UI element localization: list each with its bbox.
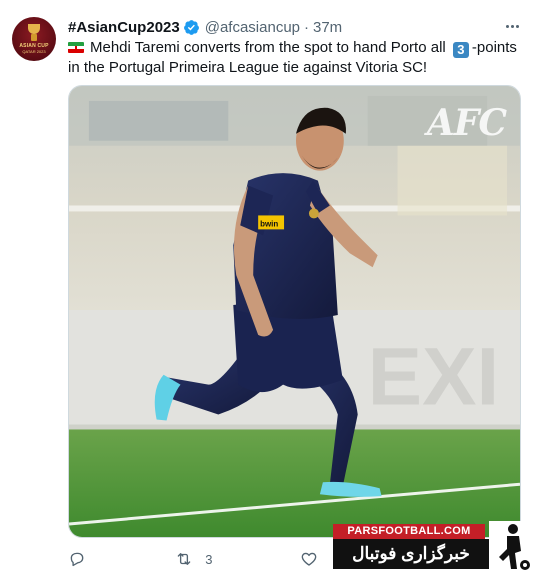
shirt-sponsor: bwin	[260, 219, 278, 228]
tweet-text: Mehdi Taremi converts from the spot to h…	[68, 38, 528, 77]
tweet-card[interactable]: ASIAN CUP QATAR 2023 #AsianCup2023 @afca…	[0, 0, 538, 576]
tweet-actions: 3	[68, 548, 338, 570]
trophy-icon	[27, 24, 41, 42]
watermark-persian: خبرگزاری فوتبال ایران	[333, 539, 489, 576]
verified-badge-icon	[183, 19, 199, 35]
like-icon	[301, 552, 317, 566]
profile-avatar[interactable]: ASIAN CUP QATAR 2023	[12, 17, 56, 61]
keycap-number: 3	[452, 42, 469, 58]
footballer-logo-icon	[489, 521, 535, 573]
retweet-icon	[177, 553, 191, 565]
board-text: EXI	[368, 332, 500, 423]
football-photo: EXI bwin	[69, 86, 520, 537]
parsfootball-watermark: PARSFOOTBALL.COM خبرگزاری فوتبال ایران	[333, 521, 535, 576]
avatar-sublabel: QATAR 2023	[22, 49, 46, 54]
display-name[interactable]: #AsianCup2023	[68, 19, 180, 36]
watermark-site: PARSFOOTBALL.COM	[333, 524, 485, 539]
tweet-media-photo[interactable]: EXI bwin AFC	[68, 85, 521, 538]
tweet-header: #AsianCup2023 @afcasiancup · 37m	[68, 17, 342, 37]
retweet-button[interactable]: 3	[175, 550, 299, 568]
handle[interactable]: @afcasiancup	[205, 19, 300, 36]
tweet-text-part1: Mehdi Taremi converts from the spot to h…	[90, 39, 450, 56]
reply-button[interactable]	[68, 550, 175, 568]
separator-dot: ·	[304, 18, 309, 36]
iran-flag-icon	[68, 42, 84, 53]
reply-icon	[70, 552, 84, 567]
more-icon[interactable]	[502, 16, 522, 36]
retweet-count: 3	[205, 551, 213, 567]
timestamp[interactable]: 37m	[313, 19, 342, 36]
afc-logo: AFC	[426, 102, 507, 144]
